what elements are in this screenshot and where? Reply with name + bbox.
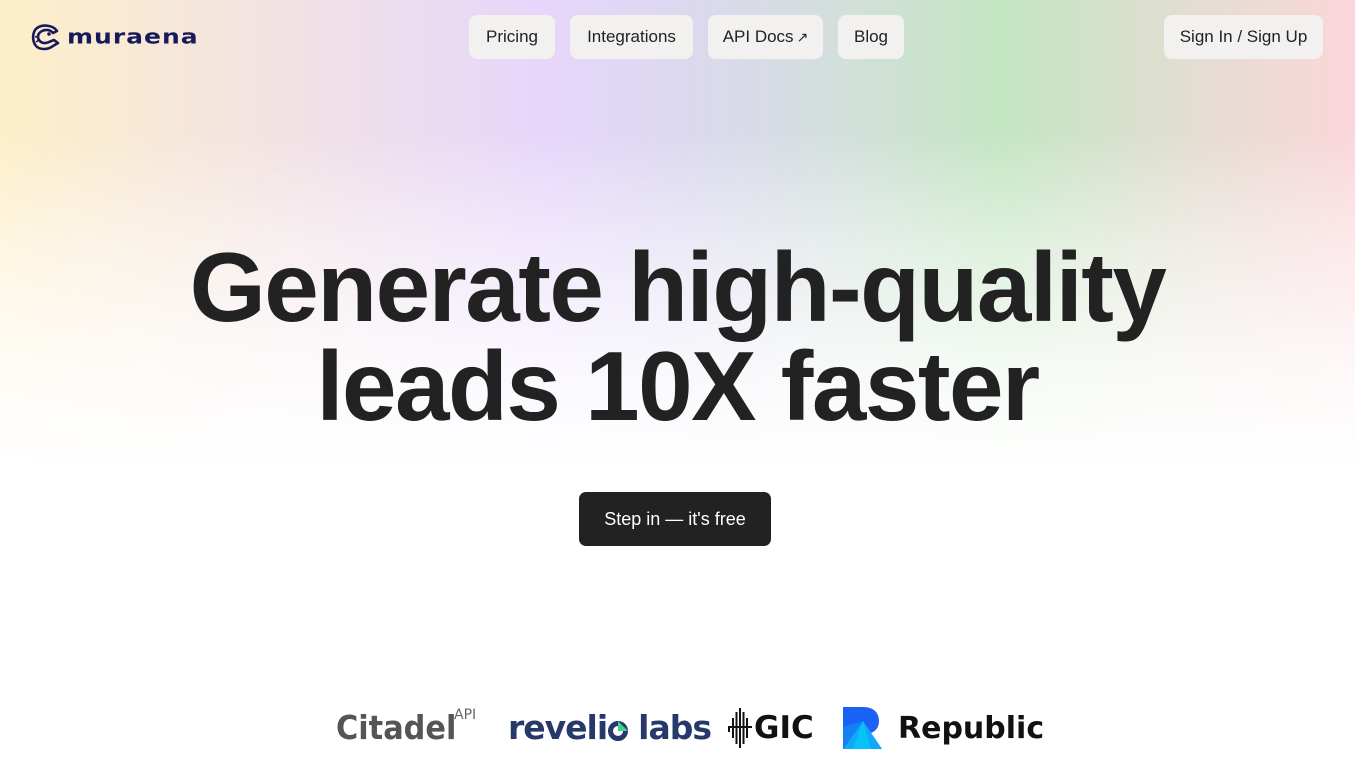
revelio-o-icon [608, 720, 629, 741]
republic-r-icon [843, 707, 882, 749]
citadel-name: Citadel [336, 708, 457, 747]
step-in-cta-button[interactable]: Step in — it's free [579, 492, 771, 546]
nav-pricing[interactable]: Pricing [469, 15, 555, 59]
external-link-icon: ↗ [796, 28, 809, 45]
republic-name: Republic [898, 710, 1045, 746]
client-logo-revelio-labs: reveli labs [508, 708, 712, 747]
top-navigation: muraena Pricing Integrations API Docs ↗ … [0, 0, 1355, 75]
sign-in-sign-up-button[interactable]: Sign In / Sign Up [1164, 15, 1323, 59]
client-logo-republic: Republic [843, 707, 1044, 749]
gic-name: GIC [754, 710, 814, 746]
brand-name: muraena [67, 24, 199, 49]
revelio-name-part1: reveli [508, 708, 608, 747]
hero-section: Generate high-quality leads 10X faster [0, 238, 1355, 436]
nav-api-docs-label: API Docs [722, 27, 794, 46]
client-logo-citadel: Citadel API [336, 707, 476, 747]
revelio-wordmark: reveli labs [508, 708, 712, 747]
sign-in-label: Sign In / Sign Up [1179, 27, 1308, 46]
revelio-name-part2: labs [638, 708, 712, 747]
cta-label: Step in — it's free [604, 508, 746, 529]
citadel-api-suffix: API [454, 707, 477, 723]
brand-logo[interactable]: muraena [31, 22, 199, 52]
headline-line-1: Generate high-quality [189, 232, 1167, 342]
gic-emblem-icon [728, 708, 752, 748]
nav-pricing-label: Pricing [486, 27, 538, 46]
nav-blog-label: Blog [853, 27, 889, 46]
hero-headline: Generate high-quality leads 10X faster [0, 238, 1355, 436]
nav-integrations[interactable]: Integrations [570, 15, 693, 59]
client-logos: Citadel API reveli labs GIC Republic [0, 700, 1355, 760]
nav-integrations-label: Integrations [587, 27, 676, 46]
nav-api-docs[interactable]: API Docs ↗ [708, 15, 823, 59]
client-logo-gic: GIC [726, 708, 814, 748]
nav-blog[interactable]: Blog [838, 15, 904, 59]
eel-icon [31, 24, 60, 51]
headline-line-2: leads 10X faster [316, 331, 1040, 441]
